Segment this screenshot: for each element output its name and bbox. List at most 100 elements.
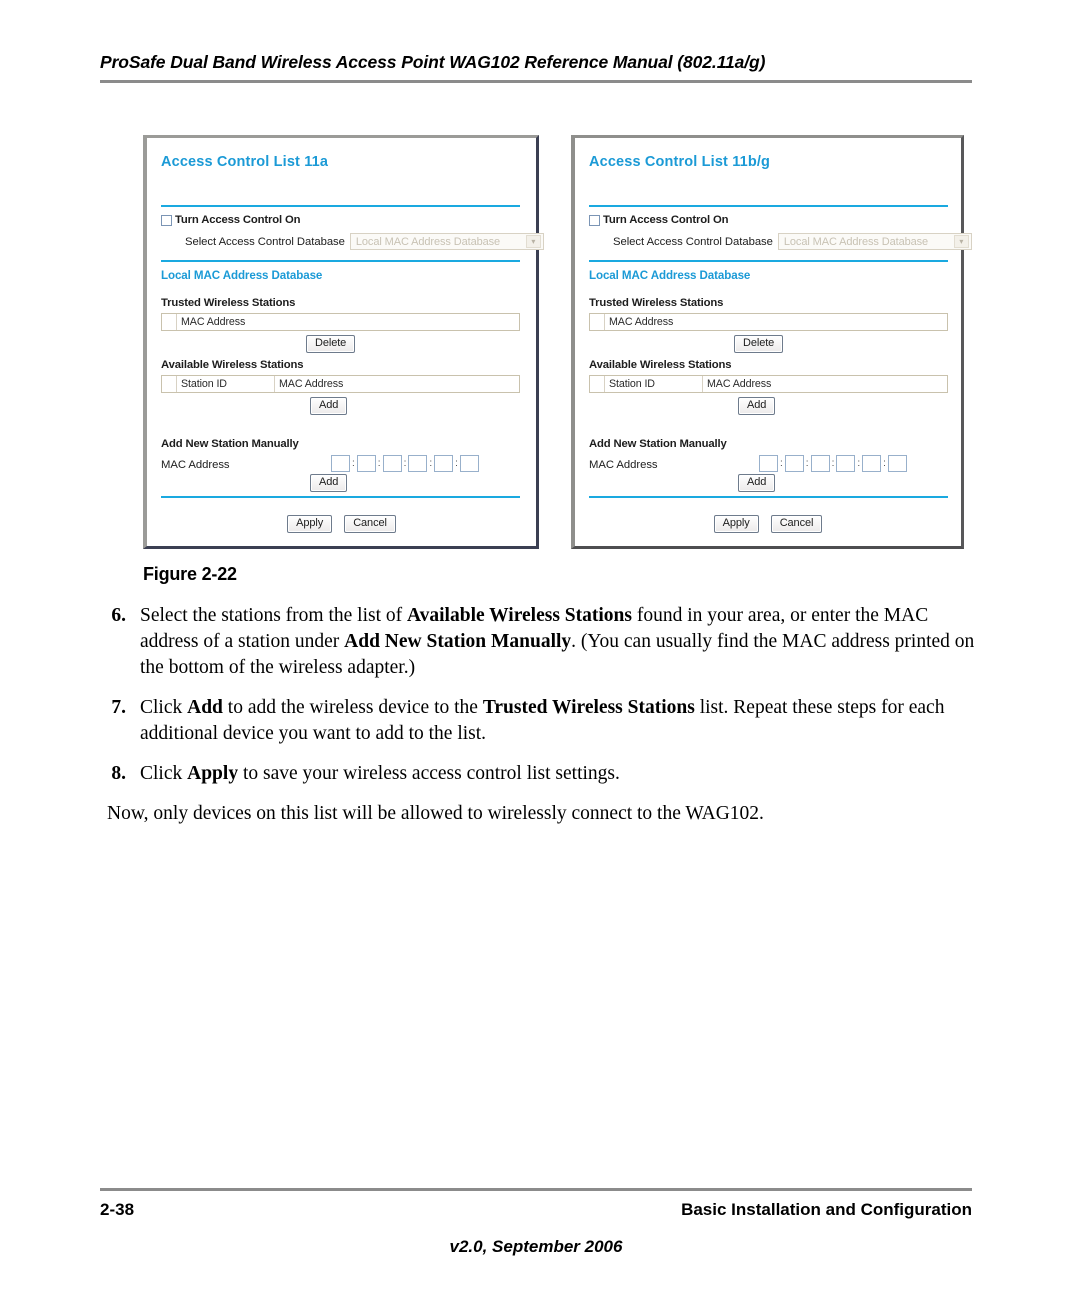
chevron-down-icon[interactable]: ▾ bbox=[525, 235, 541, 248]
header-divider bbox=[100, 80, 972, 83]
turn-access-control-on-label-11bg: Turn Access Control On bbox=[603, 214, 729, 226]
mac-separator-2-11a: : bbox=[377, 458, 381, 469]
access-control-database-select-11a[interactable]: Local MAC Address Database ▾ bbox=[349, 233, 544, 250]
select-access-control-database-row-11a[interactable]: Select Access Control Database Local MAC… bbox=[185, 233, 544, 250]
screenshot-panel-acl-11a: Access Control List 11a Turn Access Cont… bbox=[143, 135, 544, 549]
panel-action-buttons-11bg: Apply Cancel bbox=[575, 515, 961, 533]
available-wireless-stations-label-11bg: Available Wireless Stations bbox=[589, 359, 732, 371]
access-control-database-select-11bg[interactable]: Local MAC Address Database ▾ bbox=[777, 233, 972, 250]
mac-octet-input-1-11bg[interactable] bbox=[759, 455, 778, 472]
mac-octet-input-6-11bg[interactable] bbox=[887, 455, 907, 472]
mac-octet-input-5-11a[interactable] bbox=[434, 455, 454, 472]
divider-bottom-11a bbox=[161, 496, 520, 498]
cancel-button-11a[interactable]: Cancel bbox=[344, 515, 396, 533]
step-item: 7. Click Add to add the wireless device … bbox=[100, 695, 980, 747]
trusted-col-mac-address-11bg: MAC Address bbox=[609, 316, 674, 328]
step-text: Select the stations from the list of Ava… bbox=[140, 605, 975, 678]
mac-separator-1-11a: : bbox=[352, 458, 355, 469]
footer-divider bbox=[100, 1188, 972, 1191]
trusted-stations-table-11bg[interactable]: MAC Address bbox=[589, 313, 948, 331]
running-header: ProSafe Dual Band Wireless Access Point … bbox=[100, 52, 972, 83]
panel-title-11a: Access Control List 11a bbox=[161, 154, 329, 170]
mac-separator-4-11bg: : bbox=[857, 458, 861, 469]
page-number: 2-38 bbox=[100, 1200, 135, 1219]
screenshot-panel-acl-11bg: Access Control List 11b/g Turn Access Co… bbox=[571, 135, 972, 549]
trusted-wireless-stations-label-11a: Trusted Wireless Stations bbox=[161, 297, 296, 309]
figure-2-22: Access Control List 11a Turn Access Cont… bbox=[143, 135, 972, 555]
mac-octet-input-3-11a[interactable] bbox=[382, 455, 402, 472]
divider-bottom-11bg bbox=[589, 496, 948, 498]
delete-button-11bg[interactable]: Delete bbox=[734, 335, 784, 353]
add-station-button-11a[interactable]: Add bbox=[310, 397, 348, 415]
turn-access-control-on-checkbox-11a[interactable] bbox=[161, 214, 172, 226]
step-item: 8. Click Apply to save your wireless acc… bbox=[100, 761, 980, 787]
mac-separator-2-11bg: : bbox=[805, 458, 809, 469]
mac-octet-input-5-11bg[interactable] bbox=[862, 455, 882, 472]
trusted-row-checkbox-cell-11a[interactable] bbox=[162, 314, 177, 330]
mac-octet-group-11bg[interactable]: : : : : : bbox=[759, 455, 907, 472]
step-text: Click Add to add the wireless device to … bbox=[140, 697, 945, 744]
manual-mac-row-11a: MAC Address : : : : : bbox=[161, 455, 520, 475]
step-text: Click Apply to save your wireless access… bbox=[140, 763, 620, 784]
add-station-button-11bg[interactable]: Add bbox=[738, 397, 776, 415]
divider-top-11bg bbox=[589, 205, 948, 207]
access-control-database-value-11bg: Local MAC Address Database bbox=[783, 235, 929, 248]
trusted-stations-table-11a[interactable]: MAC Address bbox=[161, 313, 520, 331]
turn-access-control-on-checkbox-11bg[interactable] bbox=[589, 214, 600, 226]
page-footer: 2-38 Basic Installation and Configuratio… bbox=[100, 1188, 972, 1257]
body-copy: 6. Select the stations from the list of … bbox=[100, 603, 980, 827]
chapter-name: Basic Installation and Configuration bbox=[681, 1200, 972, 1219]
available-col-mac-address-11a: MAC Address bbox=[279, 378, 344, 390]
panel-title-11bg: Access Control List 11b/g bbox=[589, 154, 771, 170]
turn-access-control-on-label-11a: Turn Access Control On bbox=[175, 214, 301, 226]
trusted-row-checkbox-cell-11bg[interactable] bbox=[590, 314, 605, 330]
mac-separator-3-11a: : bbox=[403, 458, 407, 469]
mac-separator-5-11a: : bbox=[455, 458, 458, 469]
panel-body-11bg: Access Control List 11b/g Turn Access Co… bbox=[575, 138, 972, 546]
apply-button-11bg[interactable]: Apply bbox=[713, 515, 759, 533]
select-database-label-11bg: Select Access Control Database bbox=[613, 235, 773, 248]
chevron-down-icon[interactable]: ▾ bbox=[953, 235, 969, 248]
divider-mid-11a bbox=[161, 260, 520, 262]
trusted-col-mac-address-11a: MAC Address bbox=[181, 316, 246, 328]
access-control-toggle-row-11bg[interactable]: Turn Access Control On bbox=[589, 214, 729, 226]
mac-octet-input-3-11bg[interactable] bbox=[810, 455, 830, 472]
available-stations-table-11bg[interactable]: Station ID MAC Address bbox=[589, 375, 948, 393]
mac-separator-3-11bg: : bbox=[831, 458, 835, 469]
apply-button-11a[interactable]: Apply bbox=[287, 515, 333, 533]
add-new-station-manually-label-11bg: Add New Station Manually bbox=[589, 438, 727, 450]
mac-octet-group-11a[interactable]: : : : : : bbox=[331, 455, 479, 472]
cancel-button-11bg[interactable]: Cancel bbox=[770, 515, 823, 533]
step-item: 6. Select the stations from the list of … bbox=[100, 603, 980, 681]
section-local-mac-database-11bg: Local MAC Address Database bbox=[589, 269, 751, 282]
available-col-station-id-11a: Station ID bbox=[177, 376, 275, 392]
add-manual-station-button-11bg[interactable]: Add bbox=[738, 474, 776, 492]
select-access-control-database-row-11bg[interactable]: Select Access Control Database Local MAC… bbox=[613, 233, 972, 250]
available-stations-table-11a[interactable]: Station ID MAC Address bbox=[161, 375, 520, 393]
add-manual-station-button-11a[interactable]: Add bbox=[310, 474, 348, 492]
select-database-label-11a: Select Access Control Database bbox=[185, 235, 345, 248]
step-number: 6. bbox=[111, 605, 126, 626]
panel-body-11a: Access Control List 11a Turn Access Cont… bbox=[147, 138, 544, 546]
access-control-toggle-row-11a[interactable]: Turn Access Control On bbox=[161, 214, 301, 226]
mac-octet-input-4-11bg[interactable] bbox=[836, 455, 856, 472]
mac-octet-input-2-11bg[interactable] bbox=[784, 455, 804, 472]
manual-mac-address-label-11bg: MAC Address bbox=[589, 459, 658, 471]
step-number: 7. bbox=[111, 697, 126, 718]
mac-octet-input-4-11a[interactable] bbox=[408, 455, 428, 472]
manual-mac-row-11bg: MAC Address : : : : : bbox=[589, 455, 948, 475]
access-control-database-value-11a: Local MAC Address Database bbox=[355, 235, 501, 248]
mac-octet-input-2-11a[interactable] bbox=[356, 455, 376, 472]
mac-separator-5-11bg: : bbox=[883, 458, 886, 469]
available-row-checkbox-cell-11bg[interactable] bbox=[590, 376, 605, 392]
add-new-station-manually-label-11a: Add New Station Manually bbox=[161, 438, 299, 450]
divider-mid-11bg bbox=[589, 260, 948, 262]
closing-paragraph: Now, only devices on this list will be a… bbox=[107, 803, 764, 824]
available-col-station-id-11bg: Station ID bbox=[605, 376, 703, 392]
document-version: v2.0, September 2006 bbox=[449, 1237, 623, 1256]
mac-octet-input-1-11a[interactable] bbox=[331, 455, 350, 472]
delete-button-11a[interactable]: Delete bbox=[306, 335, 356, 353]
mac-octet-input-6-11a[interactable] bbox=[459, 455, 479, 472]
mac-separator-4-11a: : bbox=[429, 458, 433, 469]
available-row-checkbox-cell-11a[interactable] bbox=[162, 376, 177, 392]
